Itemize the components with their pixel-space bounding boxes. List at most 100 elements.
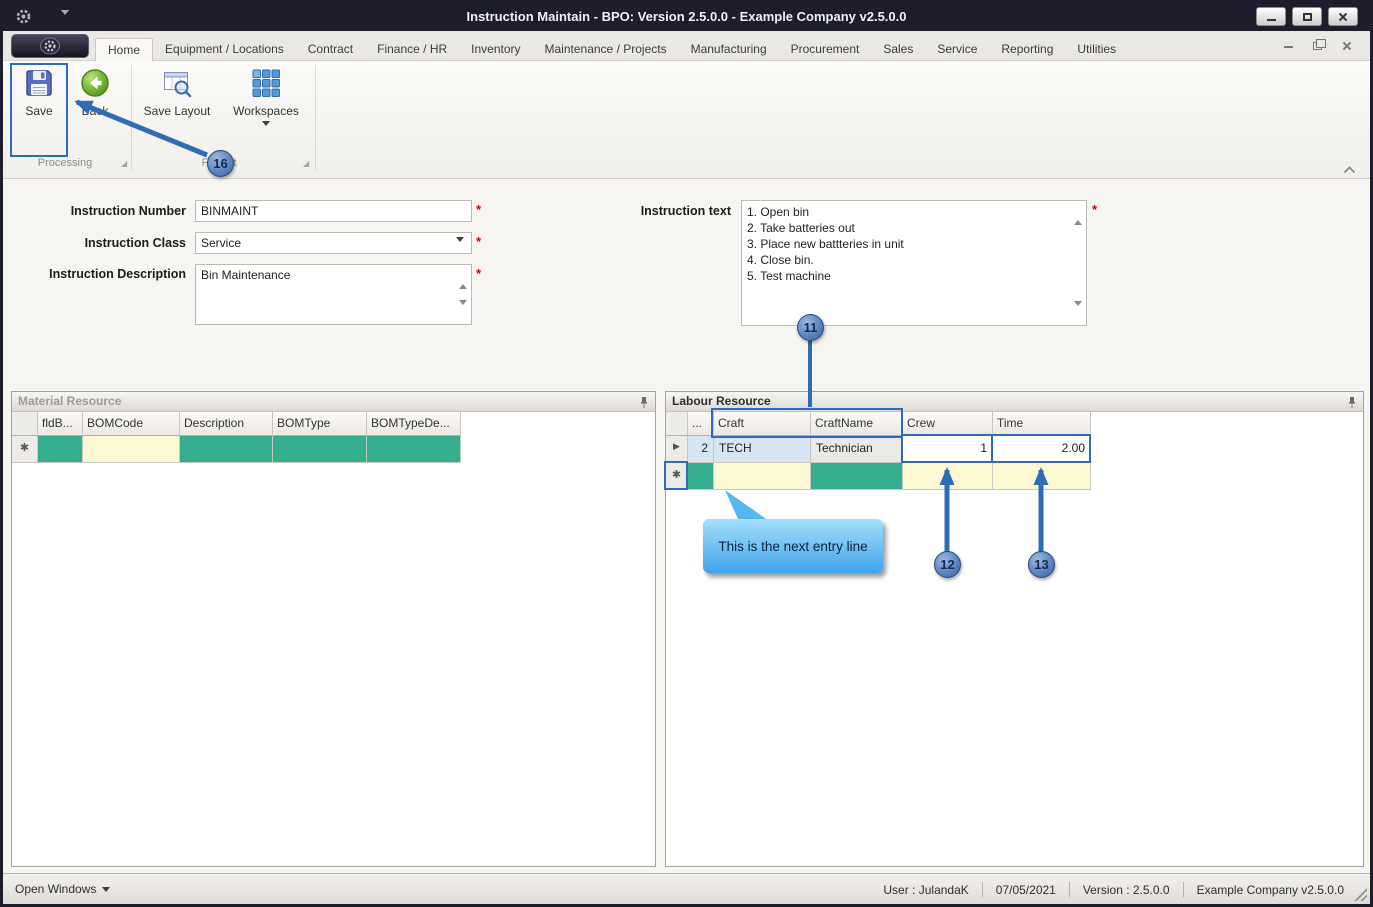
minimize-icon [1266,19,1276,21]
status-separator [1068,882,1070,897]
instruction-text-line: 1. Open bin [747,205,810,219]
grid-cell-craft-new[interactable] [714,463,811,490]
tab-equipment-locations[interactable]: Equipment / Locations [153,38,296,61]
instruction-text-textarea[interactable]: 1. Open bin 2. Take batteries out 3. Pla… [741,200,1087,326]
grid-cell-craftname-new[interactable] [811,463,903,490]
dialog-launcher-icon[interactable]: ◢ [121,159,127,168]
instruction-number-field[interactable]: BINMAINT [195,200,472,222]
instruction-description-value: Bin Maintenance [201,268,291,282]
maximize-button[interactable] [1292,7,1322,26]
material-resource-title: Material Resource [18,394,122,408]
tab-sales[interactable]: Sales [871,38,925,61]
status-user: User : JulandaK [883,882,969,897]
open-windows-button[interactable]: Open Windows [15,882,111,896]
dialog-launcher-icon[interactable]: ◢ [303,159,309,168]
tab-home[interactable]: Home [95,38,154,61]
column-header-crew[interactable]: Crew [903,412,993,436]
workspaces-button-label: Workspaces [233,104,299,118]
close-button[interactable] [1328,7,1358,26]
mdi-window-controls [1284,39,1352,51]
tab-reporting[interactable]: Reporting [989,38,1065,61]
save-layout-button-label: Save Layout [143,104,211,118]
group-label-processing: Processing [37,157,93,169]
minimize-button[interactable] [1256,7,1286,26]
callout-16: 16 [207,150,234,177]
grid-corner-header [666,412,688,436]
instruction-class-value: Service [201,236,242,250]
scroll-down-icon[interactable] [1074,301,1082,320]
grid-cell-rownum-new[interactable] [688,463,714,490]
column-header-bomtype[interactable]: BOMType [273,412,367,436]
column-header-bomtypede[interactable]: BOMTypeDe... [367,412,461,436]
grid-cell-bomtype[interactable] [273,436,367,463]
required-marker: * [476,234,482,249]
tab-service[interactable]: Service [925,38,989,61]
instruction-text-label: Instruction text [640,204,731,218]
instruction-text-line: 3. Place new battteries in unit [747,237,904,251]
grid-cell-craft[interactable]: TECH [714,436,811,463]
instruction-class-dropdown[interactable]: Service [195,232,472,256]
tab-contract[interactable]: Contract [296,38,365,61]
grid-cell-craftname[interactable]: Technician [811,436,903,463]
status-bar: Open Windows User : JulandaK 07/05/2021 … [3,873,1370,904]
dropdown-caret-icon[interactable] [456,237,464,256]
required-marker: * [1092,202,1098,217]
title-bar: Instruction Maintain - BPO: Version 2.5.… [3,3,1370,32]
scroll-up-icon[interactable] [1074,206,1082,225]
mdi-restore-icon[interactable] [1313,39,1326,50]
status-date: 07/05/2021 [995,882,1056,897]
status-separator [981,882,983,897]
grid-cell-fldb[interactable] [38,436,83,463]
grid-cell-time-new[interactable] [993,463,1091,490]
new-row-selector[interactable]: ✱ [12,436,38,463]
ribbon-tab-strip: Home Equipment / Locations Contract Fina… [3,31,1370,61]
tab-inventory[interactable]: Inventory [459,38,532,61]
grid-cell-rownum[interactable]: 2 [688,436,714,463]
highlight-save-button [10,63,68,157]
tab-manufacturing[interactable]: Manufacturing [679,38,779,61]
group-separator [315,65,316,171]
instruction-description-textarea[interactable]: Bin Maintenance [195,264,472,325]
instruction-text-line: 4. Close bin. [747,253,814,267]
status-separator [1182,882,1184,897]
scroll-down-icon[interactable] [459,300,467,319]
required-marker: * [476,202,482,217]
highlight-newrow-selector [664,461,688,490]
window-title: Instruction Maintain - BPO: Version 2.5.… [466,9,907,24]
workspaces-grid-icon [252,69,280,97]
grid-cell-bomtypede[interactable] [367,436,461,463]
status-info: User : JulandaK 07/05/2021 Version : 2.5… [883,882,1344,897]
status-version: Version : 2.5.0.0 [1082,882,1170,897]
mdi-close-icon[interactable] [1342,41,1352,51]
tab-maintenance-projects[interactable]: Maintenance / Projects [533,38,679,61]
tab-utilities[interactable]: Utilities [1065,38,1128,61]
grid-cell-description[interactable] [180,436,273,463]
back-button-label: Back [81,104,109,118]
mdi-minimize-icon[interactable] [1284,46,1293,48]
pin-icon[interactable] [1347,396,1357,415]
current-row-indicator[interactable]: ▶ [666,436,688,463]
column-header-fldb[interactable]: fldB... [38,412,83,436]
grid-cell-bomcode[interactable] [83,436,180,463]
column-header-time[interactable]: Time [993,412,1091,436]
resize-grip[interactable] [1354,888,1367,901]
material-resource-panel: Material Resource fldB... BOMCode Descri… [11,391,656,867]
scroll-up-icon[interactable] [459,270,467,289]
collapse-ribbon-icon[interactable] [1343,161,1356,179]
column-header-description[interactable]: Description [180,412,273,436]
pin-icon[interactable] [639,396,649,415]
tab-procurement[interactable]: Procurement [779,38,872,61]
column-header-bomcode[interactable]: BOMCode [83,412,180,436]
workspaces-button[interactable]: Workspaces [223,67,309,126]
application-menu-button[interactable] [11,34,89,58]
instruction-number-label: Instruction Number [70,204,186,218]
open-windows-caret-icon [102,886,111,892]
grid-corner-header [12,412,38,436]
tab-finance-hr[interactable]: Finance / HR [365,38,459,61]
instruction-text-line: 5. Test machine [747,269,831,283]
grid-cell-crew-new[interactable] [903,463,993,490]
save-layout-button[interactable]: Save Layout [137,67,217,118]
callout-12: 12 [934,551,961,578]
application-window: Instruction Maintain - BPO: Version 2.5.… [0,0,1373,907]
back-button[interactable]: Back [69,67,121,118]
